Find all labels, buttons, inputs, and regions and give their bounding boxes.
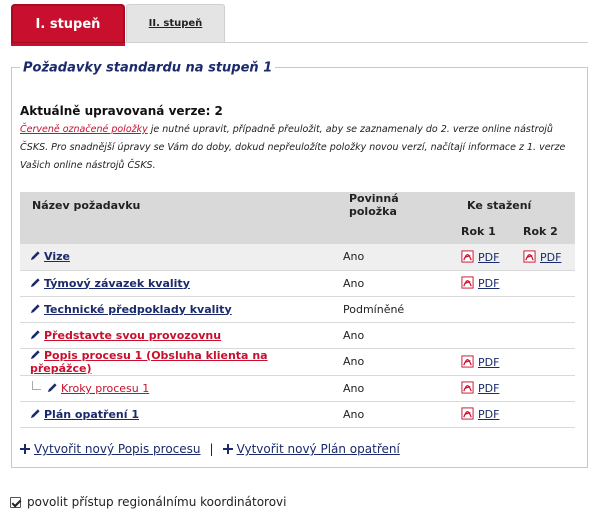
year2-cell <box>517 296 575 323</box>
mandatory-cell: Ano <box>337 322 455 349</box>
pdf-download-year2[interactable]: PDF <box>540 251 561 264</box>
row-name-cell: Popis procesu 1 (Obsluha klienta na přep… <box>20 348 337 376</box>
pdf-icon <box>461 250 474 263</box>
table-row: Plán opatření 1 Ano PDF <box>20 401 575 428</box>
mandatory-cell: Ano <box>337 244 455 271</box>
header-download: Ke stažení <box>455 192 575 218</box>
year2-cell <box>517 401 575 428</box>
create-action-plan-link[interactable]: Vytvořit nový Plán opatření <box>237 442 400 456</box>
pdf-download-year1[interactable]: PDF <box>478 277 499 290</box>
requirement-link-present-workplace[interactable]: Představte svou provozovnu <box>44 329 221 342</box>
table-header-row: Název požadavku Povinná položka Ke staže… <box>20 192 575 218</box>
year2-cell <box>517 375 575 402</box>
pencil-icon <box>47 383 57 393</box>
header-name: Název požadavku <box>20 192 337 218</box>
year1-cell: PDF <box>455 348 517 376</box>
mandatory-cell: Podmíněné <box>337 296 455 323</box>
table-row: Technické předpoklady kvality Podmíněné <box>20 296 575 323</box>
year2-cell <box>517 270 575 297</box>
table-row: Vize Ano PDF PDF <box>20 244 575 271</box>
create-process-description-link[interactable]: Vytvořit nový Popis procesu <box>34 442 201 456</box>
plus-icon <box>222 444 233 454</box>
year1-cell: PDF <box>455 401 517 428</box>
coordinator-access: povolit přístup regionálnímu koordinátor… <box>10 495 287 509</box>
table-row: Představte svou provozovnu Ano <box>20 322 575 349</box>
year1-cell: PDF <box>455 375 517 402</box>
year2-cell: PDF <box>517 244 575 271</box>
tab-stage-2[interactable]: II. stupeň <box>126 4 225 42</box>
pdf-icon <box>461 407 474 420</box>
row-name-cell: Představte svou provozovnu <box>20 322 337 349</box>
current-version: Aktuálně upravovaná verze: 2 <box>20 104 223 118</box>
year1-cell <box>455 322 517 349</box>
pdf-icon <box>523 250 536 263</box>
requirement-link-vize[interactable]: Vize <box>44 250 70 263</box>
row-name-cell: Vize <box>20 244 337 271</box>
pencil-icon <box>30 277 40 287</box>
year1-cell: PDF <box>455 244 517 271</box>
table-subheader-row: Rok 1 Rok 2 <box>20 218 575 244</box>
pdf-icon <box>461 354 474 368</box>
table-row: Týmový závazek kvality Ano PDF <box>20 270 575 297</box>
pdf-icon <box>461 381 474 394</box>
action-separator: | <box>209 442 214 456</box>
row-name-cell: Plán opatření 1 <box>20 401 337 428</box>
year1-cell: PDF <box>455 270 517 297</box>
year2-cell <box>517 322 575 349</box>
pdf-icon <box>461 276 474 289</box>
requirement-link-team-commitment[interactable]: Týmový závazek kvality <box>44 277 190 290</box>
pdf-download-year1[interactable]: PDF <box>478 251 499 264</box>
header-year1: Rok 1 <box>455 218 517 244</box>
tab-stage-1[interactable]: I. stupeň <box>11 4 125 46</box>
requirements-table: Název požadavku Povinná položka Ke staže… <box>20 192 575 428</box>
pencil-icon <box>30 349 40 359</box>
row-name-cell: Týmový závazek kvality <box>20 270 337 297</box>
instructions-note: Červeně označené položky je nutné upravi… <box>20 121 580 175</box>
pencil-icon <box>30 329 40 339</box>
mandatory-cell: Ano <box>337 375 455 402</box>
mandatory-cell: Ano <box>337 270 455 297</box>
indent-connector <box>32 381 41 390</box>
pencil-icon <box>30 408 40 418</box>
subheader-empty-2 <box>337 218 455 244</box>
requirement-link-action-plan-1[interactable]: Plán opatření 1 <box>44 408 139 421</box>
plus-icon <box>20 444 30 454</box>
header-year2: Rok 2 <box>517 218 575 244</box>
row-name-cell: Technické předpoklady kvality <box>20 296 337 323</box>
pdf-download-year1[interactable]: PDF <box>478 356 499 369</box>
mandatory-cell: Ano <box>337 401 455 428</box>
red-items-hint: Červeně označené položky <box>20 124 148 135</box>
pencil-icon <box>30 303 40 313</box>
requirement-link-process-description-1[interactable]: Popis procesu 1 (Obsluha klienta na přep… <box>30 349 268 375</box>
table-row: Kroky procesu 1 Ano PDF <box>20 375 575 402</box>
subheader-empty-1 <box>20 218 337 244</box>
requirement-link-process-steps-1[interactable]: Kroky procesu 1 <box>61 382 149 395</box>
panel-title: Požadavky standardu na stupeň 1 <box>20 60 276 76</box>
mandatory-cell: Ano <box>337 348 455 376</box>
coordinator-access-label: povolit přístup regionálnímu koordinátor… <box>27 495 287 509</box>
coordinator-access-checkbox[interactable] <box>10 496 21 508</box>
pdf-download-year1[interactable]: PDF <box>478 382 499 395</box>
year2-cell <box>517 348 575 376</box>
create-actions: Vytvořit nový Popis procesu | Vytvořit n… <box>20 442 400 456</box>
requirement-link-technical-prerequisites[interactable]: Technické předpoklady kvality <box>44 303 232 316</box>
table-row: Popis procesu 1 (Obsluha klienta na přep… <box>20 348 575 376</box>
header-mandatory: Povinná položka <box>337 192 455 218</box>
pdf-download-year1[interactable]: PDF <box>478 408 499 421</box>
pencil-icon <box>30 251 40 261</box>
year1-cell <box>455 296 517 323</box>
row-name-cell: Kroky procesu 1 <box>20 375 337 402</box>
